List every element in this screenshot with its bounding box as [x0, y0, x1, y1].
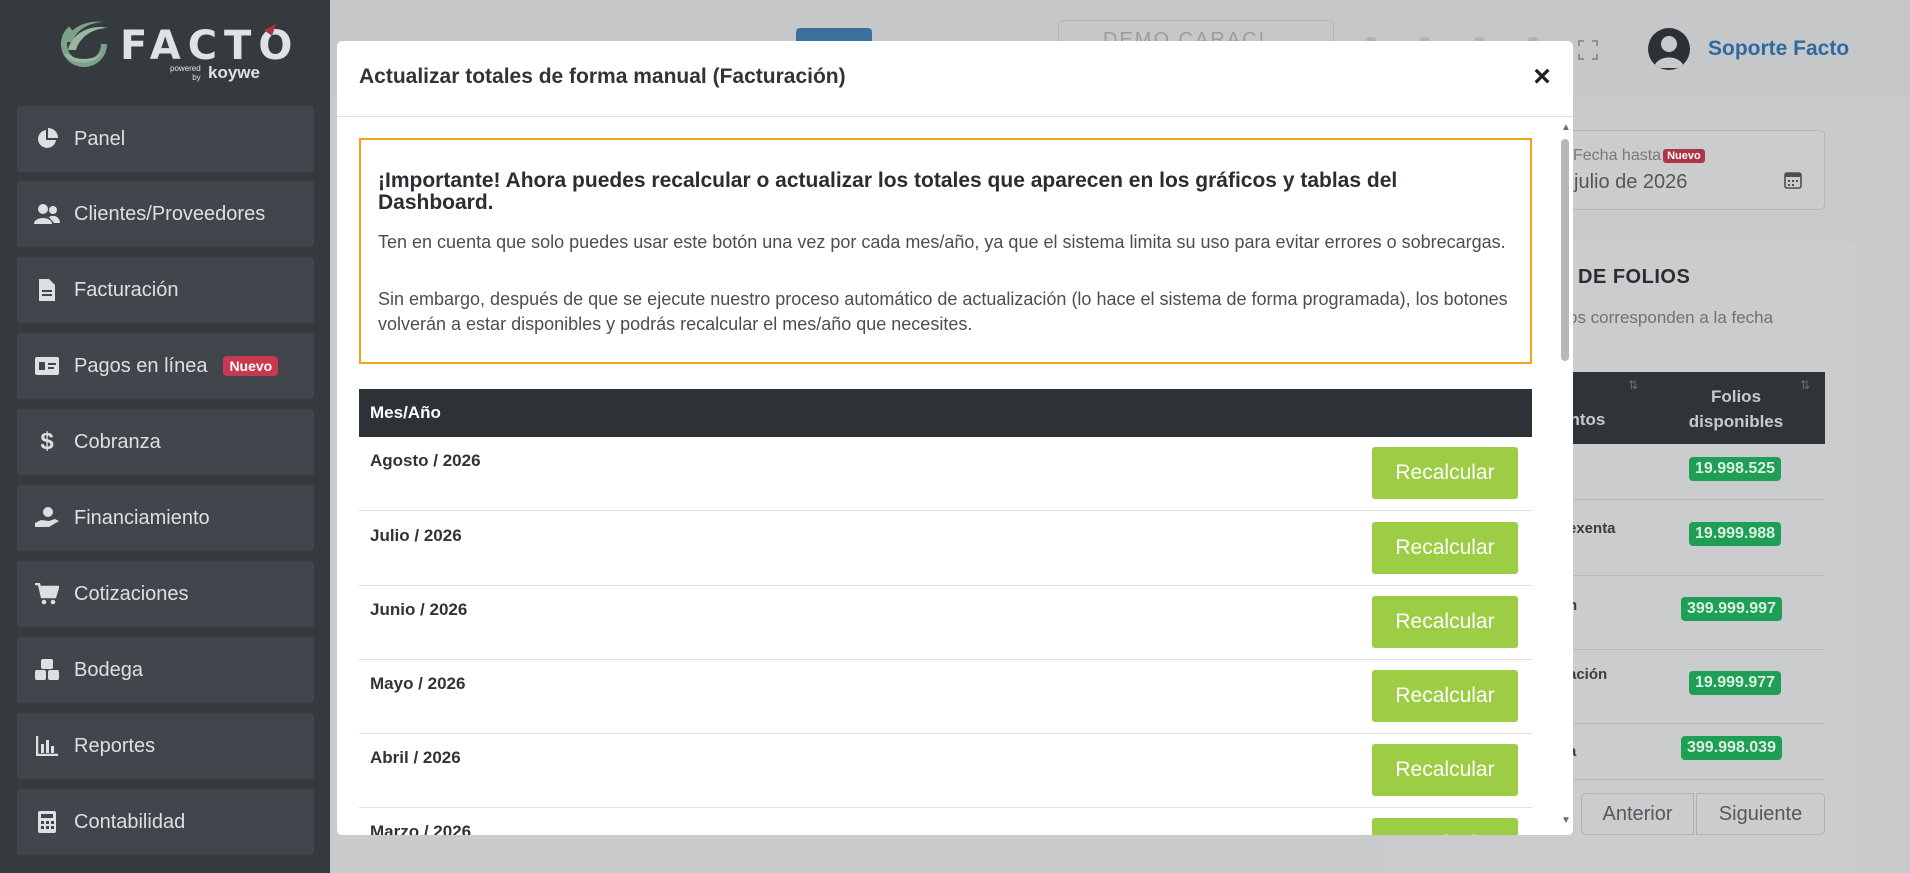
- sidebar: FACTO powered by koywe Panel Clientes/Pr…: [0, 0, 330, 873]
- folios-value-badge: 19.999.988: [1689, 522, 1782, 546]
- table-row: Marzo / 2026 Recalcular: [359, 808, 1532, 835]
- sidebar-item-pagos[interactable]: Pagos en línea Nuevo: [17, 333, 314, 399]
- modal-body: ¡Importante! Ahora puedes recalcular o a…: [337, 118, 1573, 835]
- sort-icon[interactable]: ⇅: [1800, 378, 1810, 392]
- facto-logo[interactable]: FACTO powered by koywe: [58, 14, 292, 84]
- close-icon[interactable]: ×: [1527, 62, 1557, 93]
- brand-partner: koywe: [208, 63, 260, 82]
- folios-subtitle: os corresponden a la fecha: [1568, 308, 1774, 327]
- user-menu[interactable]: Soporte Facto: [1648, 28, 1849, 70]
- sidebar-item-contabilidad[interactable]: Contabilidad: [17, 789, 314, 855]
- scroll-up-arrow-icon[interactable]: ▲: [1561, 122, 1571, 133]
- recalcular-button[interactable]: Recalcular: [1372, 596, 1518, 648]
- sidebar-item-clientes[interactable]: Clientes/Proveedores: [17, 181, 314, 247]
- month-year-cell: Agosto / 2026: [370, 451, 481, 470]
- dollar-icon: $: [40, 428, 54, 455]
- table-row: Mayo / 2026 Recalcular: [359, 660, 1532, 734]
- sidebar-item-label: Cotizaciones: [74, 582, 189, 605]
- fecha-hasta-field[interactable]: Fecha hasta Nuevo julio de 2026: [1555, 130, 1825, 210]
- avatar: [1648, 28, 1690, 70]
- recalculate-modal: Actualizar totales de forma manual (Fact…: [337, 41, 1573, 835]
- sidebar-item-label: Clientes/Proveedores: [74, 202, 266, 225]
- fecha-hasta-label-text: Fecha hasta: [1573, 147, 1662, 164]
- table-row: Julio / 2026 Recalcular: [359, 512, 1532, 586]
- brand-powered: powered: [170, 64, 201, 73]
- month-year-cell: Junio / 2026: [370, 600, 468, 619]
- pie-chart-icon: [34, 126, 60, 152]
- hand-coin-icon: [34, 505, 60, 531]
- fecha-hasta-label: Fecha hasta Nuevo: [1573, 147, 1705, 165]
- recalcular-button[interactable]: Recalcular: [1372, 670, 1518, 722]
- bar-chart-icon: [34, 733, 60, 759]
- recalcular-button[interactable]: Recalcular: [1372, 447, 1518, 499]
- table-row: Abril / 2026 Recalcular: [359, 734, 1532, 808]
- scroll-down-arrow-icon[interactable]: ▼: [1561, 815, 1571, 826]
- sidebar-item-label: Bodega: [74, 658, 143, 681]
- sidebar-item-panel[interactable]: Panel: [17, 106, 314, 172]
- fecha-hasta-value: julio de 2026: [1574, 171, 1688, 193]
- calculator-icon: [34, 809, 60, 835]
- brand-accent-icon: [264, 24, 276, 36]
- sidebar-item-label: Cobranza: [74, 430, 161, 453]
- important-alert: ¡Importante! Ahora puedes recalcular o a…: [359, 138, 1532, 364]
- sidebar-item-financiamiento[interactable]: Financiamiento: [17, 485, 314, 551]
- scroll-thumb[interactable]: [1561, 139, 1569, 361]
- folios-title: DE FOLIOS: [1578, 266, 1691, 288]
- table-row: Junio / 2026 Recalcular: [359, 586, 1532, 660]
- boxes-icon: [34, 657, 60, 683]
- user-name: Soporte Facto: [1708, 37, 1850, 60]
- sidebar-item-label: Financiamiento: [74, 506, 210, 529]
- sidebar-item-cobranza[interactable]: $ Cobranza: [17, 409, 314, 475]
- month-year-cell: Marzo / 2026: [370, 822, 472, 835]
- pagination-prev-button[interactable]: Anterior: [1581, 793, 1694, 835]
- sidebar-item-reportes[interactable]: Reportes: [17, 713, 314, 779]
- sidebar-item-label: Facturación: [74, 278, 179, 301]
- sidebar-item-label: Pagos en línea: [74, 354, 208, 377]
- sidebar-item-label: Panel: [74, 127, 126, 150]
- pagination-next-button[interactable]: Siguiente: [1696, 793, 1825, 835]
- month-year-cell: Abril / 2026: [370, 748, 461, 767]
- recalcular-button[interactable]: Recalcular: [1372, 818, 1518, 835]
- money-bill-icon: [34, 353, 60, 379]
- document-icon: [34, 277, 60, 303]
- folios-value-badge: 399.999.997: [1681, 597, 1782, 621]
- sidebar-item-label: Contabilidad: [74, 810, 186, 833]
- modal-header: Actualizar totales de forma manual (Fact…: [337, 41, 1573, 117]
- folios-value-badge: 19.999.977: [1689, 671, 1782, 695]
- alert-paragraph: Sin embargo, después de que se ejecute n…: [378, 289, 1508, 334]
- table-row: Agosto / 2026 Recalcular: [359, 437, 1532, 511]
- month-year-cell: Mayo / 2026: [370, 674, 466, 693]
- recalcular-button[interactable]: Recalcular: [1372, 744, 1518, 796]
- alert-title: ¡Importante! Ahora puedes recalcular o a…: [378, 169, 1398, 214]
- topbar-primary-button[interactable]: [796, 28, 872, 42]
- folios-col-disponibles[interactable]: Folios disponibles: [1676, 384, 1796, 434]
- table-header-mes-ano: Mes/Año: [359, 389, 1532, 437]
- sidebar-item-cotizaciones[interactable]: Cotizaciones: [17, 561, 314, 627]
- nuevo-badge: Nuevo: [1663, 149, 1705, 163]
- nuevo-badge: Nuevo: [223, 356, 279, 376]
- folios-value-badge: 399.998.039: [1681, 736, 1782, 760]
- sidebar-item-bodega[interactable]: Bodega: [17, 637, 314, 703]
- recalcular-button[interactable]: Recalcular: [1372, 522, 1518, 574]
- folios-value-badge: 19.998.525: [1689, 457, 1782, 481]
- facto-logo-icon: [61, 21, 108, 67]
- sort-icon[interactable]: ⇅: [1628, 378, 1638, 392]
- fullscreen-icon[interactable]: [1578, 40, 1598, 60]
- modal-scrollbar[interactable]: ▲ ▼: [1557, 118, 1573, 835]
- sidebar-item-label: Reportes: [74, 734, 156, 757]
- calendar-icon[interactable]: [1784, 171, 1802, 189]
- sidebar-item-facturacion[interactable]: Facturación: [17, 257, 314, 323]
- modal-title: Actualizar totales de forma manual (Fact…: [359, 65, 846, 88]
- brand-by: by: [192, 73, 201, 82]
- users-icon: [34, 201, 60, 227]
- cart-icon: [34, 581, 60, 607]
- brand-powered-by: powered by: [170, 64, 201, 82]
- alert-paragraph: Ten en cuenta que solo puedes usar este …: [378, 232, 1506, 252]
- month-year-cell: Julio / 2026: [370, 526, 462, 545]
